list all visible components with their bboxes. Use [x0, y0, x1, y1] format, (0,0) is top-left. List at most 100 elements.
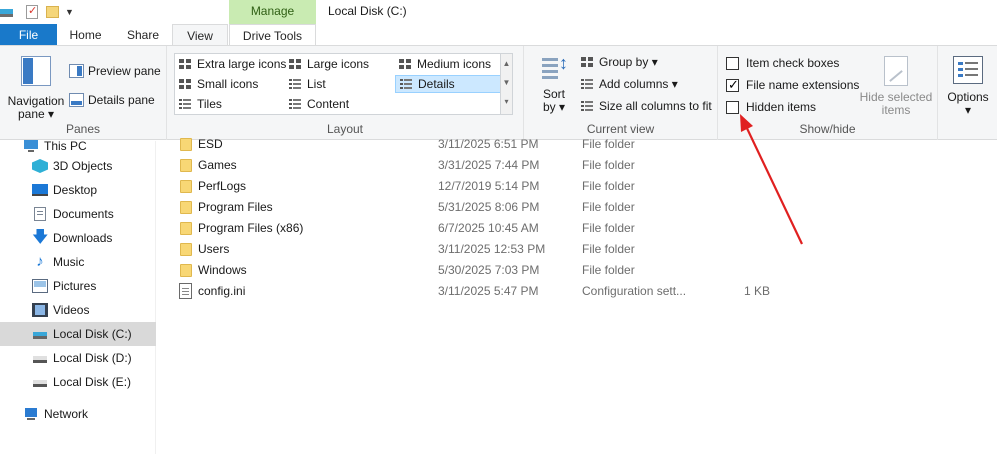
properties-icon[interactable] [26, 4, 38, 19]
medium-icons-option[interactable]: Medium icons [398, 57, 491, 71]
nav-item-music[interactable]: ♪ Music [0, 250, 156, 274]
preview-pane-button[interactable]: Preview pane [69, 64, 161, 78]
videos-icon [32, 303, 48, 317]
nav-item-local-disk-c[interactable]: Local Disk (C:) [0, 322, 156, 346]
pictures-icon [32, 279, 48, 293]
scroll-down-icon[interactable]: ▼ [501, 73, 512, 92]
layout-group: Extra large icons Large icons Medium ico… [167, 46, 524, 140]
ribbon: Navigation pane ▾ Preview pane Details p… [0, 45, 997, 140]
hidden-items-toggle[interactable]: Hidden items [726, 100, 816, 114]
nav-item-label: Local Disk (C:) [53, 327, 132, 341]
config-file-icon [179, 283, 192, 299]
list-option[interactable]: List [288, 77, 326, 91]
table-row[interactable]: Program Files (x86) 6/7/2025 10:45 AM Fi… [157, 218, 997, 239]
folder-icon [180, 201, 192, 214]
table-row[interactable]: Program Files 5/31/2025 8:06 PM File fol… [157, 197, 997, 218]
nav-item-label: 3D Objects [53, 159, 113, 173]
file-type: Configuration sett... [582, 284, 687, 298]
hidden-items-checkbox[interactable] [726, 100, 739, 114]
layout-gallery-scrollbar[interactable]: ▲ ▼ ▾ [500, 54, 512, 114]
file-date: 3/11/2025 5:47 PM [438, 284, 539, 298]
small-icons-option[interactable]: Small icons [178, 77, 258, 91]
file-name: Users [198, 242, 230, 256]
manage-context-tab: Manage [229, 0, 316, 24]
current-view-group: Sort by ▾ Group by ▾ Add columns ▾ Size … [524, 46, 718, 140]
add-columns-label: Add columns ▾ [599, 77, 678, 91]
layout-gallery: Extra large icons Large icons Medium ico… [174, 53, 513, 115]
details-option[interactable]: Details [395, 75, 504, 93]
ribbon-tabs: File Home Share View Drive Tools [0, 24, 997, 47]
file-date: 6/7/2025 10:45 AM [438, 221, 539, 235]
table-row[interactable]: Games 3/31/2025 7:44 PM File folder [157, 155, 997, 176]
gallery-expand-icon[interactable]: ▾ [501, 92, 512, 111]
tab-share[interactable]: Share [114, 24, 172, 46]
folder-icon [180, 159, 192, 172]
quick-access-toolbar: ▼ [0, 2, 74, 22]
network-icon [23, 407, 39, 421]
add-columns-button[interactable]: Add columns ▾ [580, 77, 678, 91]
nav-item-videos[interactable]: Videos [0, 298, 156, 322]
nav-item-network[interactable]: Network [0, 402, 156, 426]
file-type: File folder [582, 179, 635, 193]
tab-home[interactable]: Home [57, 24, 114, 46]
show-hide-group: Item check boxes File name extensions Hi… [718, 46, 938, 140]
file-name: Games [198, 158, 237, 172]
scroll-up-icon[interactable]: ▲ [501, 54, 512, 73]
file-date: 3/11/2025 6:51 PM [438, 137, 539, 151]
options-button[interactable]: Options ▾ [941, 56, 995, 117]
nav-item-documents[interactable]: Documents [0, 202, 156, 226]
content-icon [288, 97, 303, 111]
file-size: 1 KB [744, 284, 771, 298]
table-row[interactable]: PerfLogs 12/7/2019 5:14 PM File folder [157, 176, 997, 197]
extra-large-icons-option[interactable]: Extra large icons [178, 57, 286, 71]
tab-drive-tools[interactable]: Drive Tools [229, 24, 316, 46]
file-date: 3/11/2025 12:53 PM [438, 242, 546, 256]
file-name: config.ini [198, 284, 246, 298]
group-by-button[interactable]: Group by ▾ [580, 55, 658, 69]
navigation-pane: This PC 3D Objects Desktop Documents 🡇 D… [0, 139, 156, 454]
size-all-columns-label: Size all columns to fit [599, 99, 712, 113]
file-type: File folder [582, 221, 635, 235]
medium-icons-label: Medium icons [417, 57, 492, 71]
navigation-pane-button[interactable]: Navigation pane ▾ [6, 56, 66, 121]
file-date: 5/30/2025 7:03 PM [438, 263, 540, 277]
nav-item-pictures[interactable]: Pictures [0, 274, 156, 298]
item-check-boxes-checkbox[interactable] [726, 56, 739, 70]
table-row[interactable]: Windows 5/30/2025 7:03 PM File folder [157, 260, 997, 281]
nav-item-desktop[interactable]: Desktop [0, 178, 156, 202]
nav-item-label: Downloads [53, 231, 113, 245]
nav-item-label: Videos [53, 303, 90, 317]
new-folder-icon[interactable] [46, 6, 59, 18]
hide-selected-label-2: items [881, 103, 911, 117]
table-row[interactable]: ESD 3/11/2025 6:51 PM File folder [157, 134, 997, 155]
file-name: Windows [198, 263, 247, 277]
sort-by-button[interactable]: Sort by ▾ [537, 55, 571, 114]
file-name-extensions-checkbox[interactable] [726, 77, 739, 93]
customize-arrow-icon[interactable]: ▼ [65, 7, 74, 17]
nav-item-downloads[interactable]: 🡇 Downloads [0, 226, 156, 250]
file-name-extensions-toggle[interactable]: File name extensions [726, 77, 859, 93]
tab-file[interactable]: File [0, 24, 57, 46]
item-check-boxes-toggle[interactable]: Item check boxes [726, 56, 839, 70]
extra-large-icons-label: Extra large icons [197, 57, 287, 71]
nav-item-local-disk-d[interactable]: Local Disk (D:) [0, 346, 156, 370]
size-all-columns-button[interactable]: Size all columns to fit [580, 99, 712, 113]
large-icons-option[interactable]: Large icons [288, 57, 369, 71]
tab-view[interactable]: View [172, 24, 228, 47]
nav-item-label: Local Disk (D:) [53, 351, 132, 365]
hide-selected-items-button[interactable]: Hide selected items [856, 56, 936, 117]
folder-icon [180, 138, 192, 151]
nav-item-local-disk-e[interactable]: Local Disk (E:) [0, 370, 156, 394]
table-row[interactable]: config.ini 3/11/2025 5:47 PM Configurati… [157, 281, 997, 302]
options-group: Options ▾ [938, 46, 997, 140]
downloads-icon: 🡇 [32, 229, 49, 246]
nav-item-label: Music [53, 255, 85, 269]
details-pane-button[interactable]: Details pane [69, 93, 155, 107]
table-row[interactable]: Users 3/11/2025 12:53 PM File folder [157, 239, 997, 260]
content-option[interactable]: Content [288, 97, 349, 111]
file-type: File folder [582, 242, 635, 256]
file-date: 12/7/2019 5:14 PM [438, 179, 540, 193]
file-type: File folder [582, 263, 635, 277]
nav-item-3d-objects[interactable]: 3D Objects [0, 154, 156, 178]
tiles-option[interactable]: Tiles [178, 97, 222, 111]
